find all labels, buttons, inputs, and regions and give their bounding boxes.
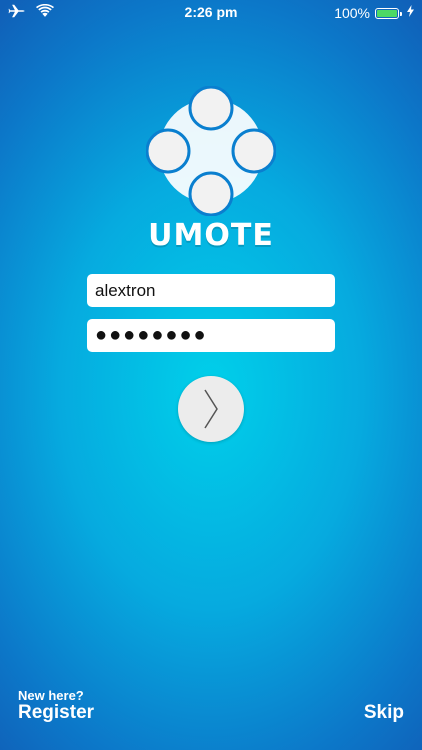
username-input[interactable] (87, 274, 335, 307)
chevron-right-icon (178, 388, 244, 430)
charging-icon (407, 4, 414, 22)
battery-level (377, 9, 397, 17)
brand-name: UMOTE (148, 218, 274, 253)
battery-percent: 100% (334, 5, 370, 21)
login-submit-button[interactable] (178, 376, 244, 442)
status-bar: 2:26 pm 100% (0, 0, 422, 24)
register-link[interactable]: Register (18, 702, 94, 724)
battery-icon (375, 7, 402, 19)
new-here-text: New here? (18, 688, 84, 703)
status-right: 100% (334, 4, 414, 22)
password-input[interactable] (87, 319, 335, 352)
gamepad-buttons-logo (145, 85, 277, 217)
skip-link[interactable]: Skip (364, 702, 404, 724)
